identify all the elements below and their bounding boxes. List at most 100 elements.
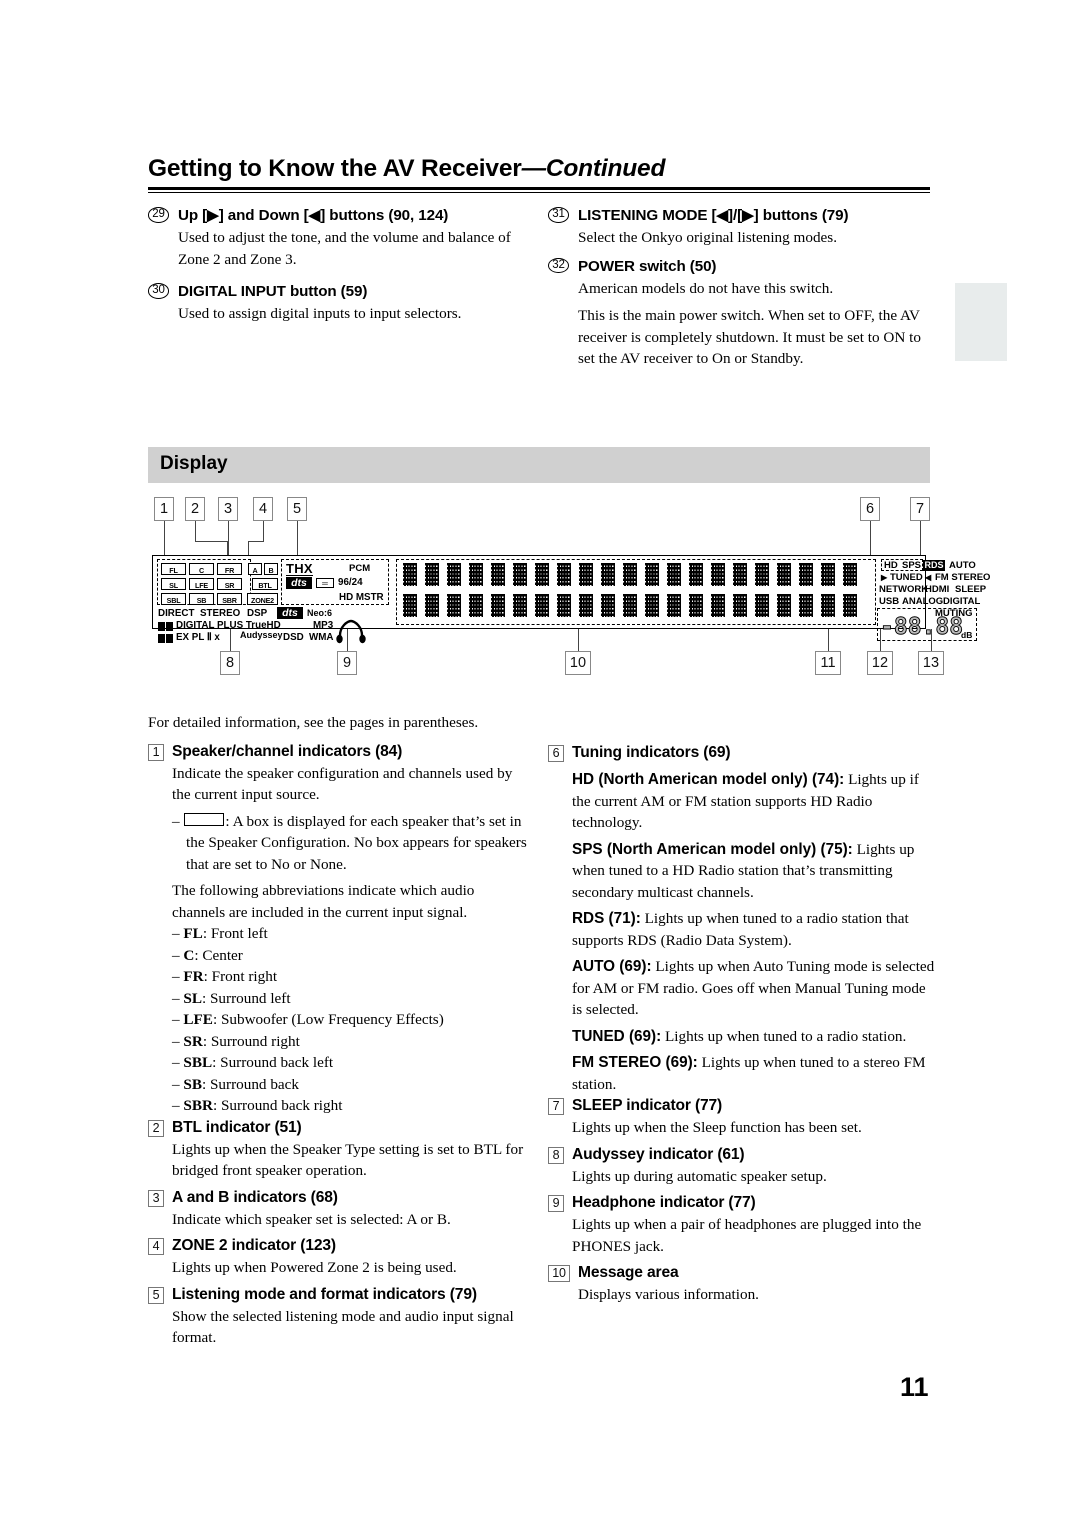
item-29-body: Used to adjust the tone, and the volume …	[178, 229, 511, 268]
matrix-char	[425, 594, 439, 617]
detail-2-heading: 2 BTL indicator (51)	[148, 1117, 531, 1139]
section-title-display: Display	[160, 453, 228, 474]
item-30-heading-text: DIGITAL INPUT button (59)	[178, 283, 368, 300]
item-32-number: 32	[548, 257, 569, 273]
speaker-cell-c: C	[189, 563, 214, 575]
detail-4-heading-text: ZONE 2 indicator (123)	[172, 1237, 336, 1254]
matrix-char	[513, 563, 527, 586]
detail-10-heading-text: Message area	[578, 1264, 679, 1281]
matrix-char	[579, 563, 593, 586]
leader-6	[870, 521, 872, 555]
matrix-char	[755, 563, 769, 586]
speaker-cell-sbl: SBL	[161, 593, 186, 605]
detail-3-number: 3	[148, 1189, 164, 1207]
leader-2b	[195, 541, 227, 543]
matrix-char	[535, 594, 549, 617]
abbrev-sbl-desc: : Surround back left	[212, 1054, 334, 1071]
item-31-number: 31	[548, 207, 569, 223]
detail-4-body: Lights up when Powered Zone 2 is being u…	[172, 1259, 457, 1276]
matrix-row-2	[403, 594, 865, 617]
detail-6-heading-text: Tuning indicators (69)	[572, 744, 731, 761]
leader-4a	[263, 521, 265, 541]
tuning-sub-hd-label: HD (North American model only) (74):	[572, 771, 845, 788]
matrix-char	[403, 563, 417, 586]
item-30-number: 30	[148, 283, 169, 299]
detail-item-9: 9 Headphone indicator (77) Lights up whe…	[548, 1192, 938, 1257]
detail-7-body: Lights up when the Sleep function has be…	[572, 1119, 862, 1136]
detail-item-7: 7 SLEEP indicator (77) Lights up when th…	[548, 1095, 938, 1139]
abbrev-sb-term: SB	[183, 1075, 202, 1093]
matrix-char	[821, 594, 835, 617]
tuning-sub-rds-label: RDS (71):	[572, 910, 641, 927]
mp3-label: MP3	[313, 620, 334, 631]
abbrev-sbr-term: SBR	[183, 1097, 213, 1114]
detail-5-number: 5	[148, 1286, 164, 1304]
abbrev-fl: – FL: Front left	[172, 925, 268, 942]
detail-4-heading: 4 ZONE 2 indicator (123)	[148, 1235, 531, 1257]
page-title-main: Getting to Know the AV Receiver	[148, 155, 522, 182]
detail-item-10: 10 Message area Displays various informa…	[548, 1262, 938, 1306]
callout-6: 6	[860, 497, 880, 521]
network-label: NETWORK	[879, 584, 929, 595]
abbrev-sb-desc: : Surround back	[201, 1075, 299, 1093]
detail-item-2: 2 BTL indicator (51) Lights up when the …	[148, 1117, 531, 1182]
matrix-char	[645, 594, 659, 617]
matrix-char	[711, 594, 725, 617]
indicator-zone2: ZONE2	[247, 593, 278, 605]
header-rule-thick	[148, 187, 930, 190]
callout-12: 12	[867, 651, 893, 675]
abbrev-fr: – FR: Front right	[172, 968, 278, 985]
matrix-char	[777, 563, 791, 586]
tuning-sub-tuned: TUNED (69): Lights up when tuned to a ra…	[548, 1026, 938, 1048]
callout-11: 11	[815, 651, 841, 675]
detail-3-body: Indicate which speaker set is selected: …	[172, 1210, 451, 1228]
abbrev-sbl: – SBL: Surround back left	[172, 1054, 334, 1071]
thx-logo: THX	[286, 561, 313, 576]
matrix-char	[403, 594, 417, 617]
matrix-char	[425, 563, 439, 586]
detail-1-box-note: – : A box is displayed for each speaker …	[172, 812, 527, 873]
tuned-arrow-right-icon: ◀	[925, 573, 932, 582]
matrix-char	[777, 594, 791, 617]
detail-1-heading-text: Speaker/channel indicators (84)	[172, 742, 403, 760]
leader-13	[931, 629, 933, 651]
callout-9: 9	[337, 651, 357, 675]
top-left-column: 29 Up [▶] and Down [◀] buttons (90, 124)…	[148, 205, 531, 327]
abbrev-fl-term: FL	[183, 925, 203, 942]
matrix-char	[645, 563, 659, 586]
item-30-body: Used to assign digital inputs to input s…	[178, 305, 462, 322]
pcm-label: PCM	[349, 563, 371, 574]
tuning-sub-sps-label: SPS (North American model only) (75):	[572, 840, 853, 858]
matrix-char	[843, 563, 857, 586]
stereo-label: STEREO	[200, 608, 241, 619]
fm-stereo-label: FM STEREO	[935, 572, 991, 583]
tuning-sub-fm-stereo: FM STEREO (69): Lights up when tuned to …	[548, 1052, 938, 1095]
dts-es-icon: ═	[316, 578, 334, 588]
auto-label: AUTO	[949, 560, 976, 571]
matrix-char	[755, 594, 769, 617]
abbrev-sl-desc: : Surround left	[201, 989, 291, 1007]
detail-10-heading: 10 Message area	[548, 1262, 938, 1284]
matrix-char	[469, 594, 483, 617]
matrix-char	[667, 563, 681, 586]
matrix-char	[579, 594, 593, 617]
detail-7-heading: 7 SLEEP indicator (77)	[548, 1095, 938, 1117]
matrix-char	[601, 563, 615, 586]
detail-1-heading: 1 Speaker/channel indicators (84)	[148, 741, 531, 763]
item-29: 29 Up [▶] and Down [◀] buttons (90, 124)…	[148, 205, 531, 270]
matrix-char	[733, 563, 747, 586]
detail-2-body: Lights up when the Speaker Type setting …	[172, 1140, 524, 1180]
detail-7-number: 7	[548, 1098, 564, 1115]
abbrev-sr-desc: : Surround right	[202, 1032, 300, 1050]
matrix-row-1	[403, 563, 865, 586]
detail-item-5: 5 Listening mode and format indicators (…	[148, 1284, 531, 1349]
detail-8-number: 8	[548, 1146, 564, 1164]
detail-5-heading: 5 Listening mode and format indicators (…	[148, 1284, 531, 1306]
page-header: Getting to Know the AV Receiver—Continue…	[148, 155, 930, 193]
detail-item-1: 1 Speaker/channel indicators (84) Indica…	[148, 741, 531, 1117]
details-intro: For detailed information, see the pages …	[148, 714, 479, 731]
speaker-cell-sr: SR	[217, 578, 242, 590]
detail-10-number: 10	[548, 1265, 570, 1282]
dolby-glyph-right-2	[166, 634, 173, 643]
